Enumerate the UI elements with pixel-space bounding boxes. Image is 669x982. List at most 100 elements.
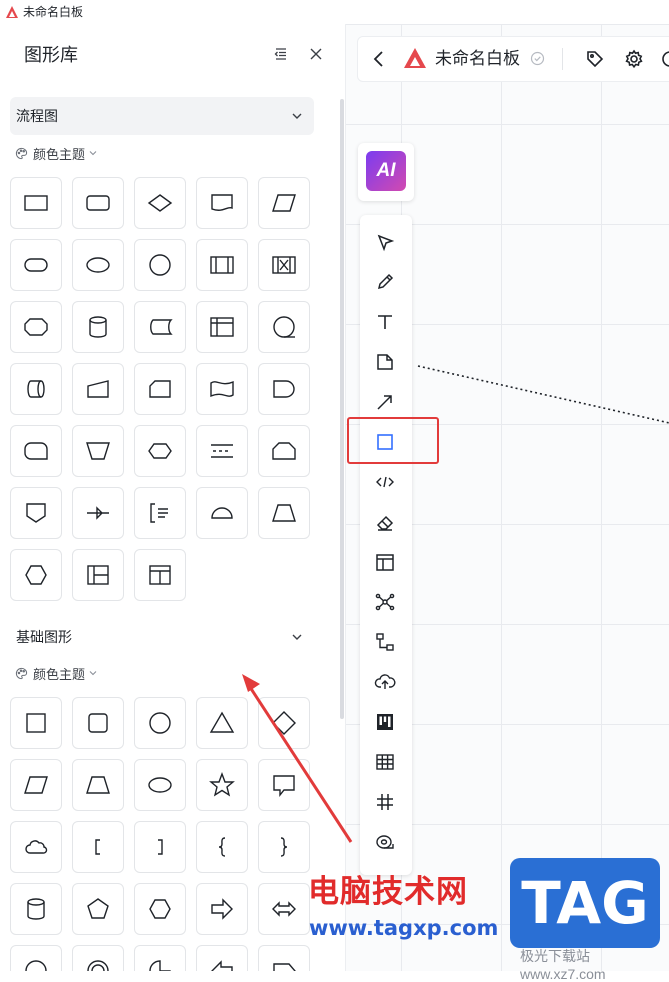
gear-icon[interactable]: [624, 49, 644, 69]
color-theme-selector[interactable]: 颜色主题: [15, 663, 98, 683]
grid-tool[interactable]: [374, 791, 396, 813]
stored-data-shape[interactable]: [134, 301, 186, 353]
junction-shape[interactable]: [72, 487, 124, 539]
section-header-flowchart[interactable]: 流程图: [10, 97, 314, 135]
left-bracket-shape[interactable]: [72, 821, 124, 873]
document-shape[interactable]: [196, 177, 248, 229]
ai-button[interactable]: AI: [366, 151, 406, 191]
pentagon-shape[interactable]: [72, 883, 124, 935]
trapezoid-icon: [86, 776, 110, 794]
swimlane-icon: [149, 565, 171, 585]
sequential-data-shape[interactable]: [258, 301, 310, 353]
parallelogram-shape[interactable]: [10, 759, 62, 811]
trapezoid-icon: [272, 504, 296, 522]
eraser-tool[interactable]: [374, 511, 396, 533]
swimlane-shape[interactable]: [134, 549, 186, 601]
chevron-down-icon: [292, 113, 302, 119]
right-bracket-shape[interactable]: [134, 821, 186, 873]
pen-tool[interactable]: [374, 271, 396, 293]
flowchart-tool[interactable]: [374, 631, 396, 653]
database-shape[interactable]: [72, 301, 124, 353]
collate-shape[interactable]: [258, 239, 310, 291]
circle-shape[interactable]: [134, 697, 186, 749]
tag-icon[interactable]: [585, 49, 605, 69]
half-circle-icon: [211, 507, 233, 519]
table-tool[interactable]: [374, 751, 396, 773]
parallel-mode-shape[interactable]: [196, 425, 248, 477]
frame-tool[interactable]: [374, 551, 396, 573]
section-header-basic-shapes[interactable]: 基础图形: [10, 618, 314, 656]
sticky-note-tool[interactable]: [374, 351, 396, 373]
connector-tool[interactable]: [374, 391, 396, 413]
rounded-square-shape[interactable]: [72, 697, 124, 749]
half-circle-shape[interactable]: [196, 487, 248, 539]
ellipse-shape[interactable]: [134, 759, 186, 811]
code-tool[interactable]: [374, 471, 396, 493]
pentagon-icon: [87, 898, 109, 919]
trapezoid-shape[interactable]: [258, 487, 310, 539]
annotation-shape[interactable]: [134, 487, 186, 539]
display-shape[interactable]: [10, 425, 62, 477]
dotted-connector-line[interactable]: [416, 360, 669, 430]
internal-storage-icon: [210, 317, 234, 337]
rounded-square-icon: [88, 713, 108, 733]
process-shape[interactable]: [10, 177, 62, 229]
more-icon[interactable]: [660, 49, 669, 69]
direct-data-shape[interactable]: [10, 363, 62, 415]
punched-tape-shape[interactable]: [196, 363, 248, 415]
terminator-shape[interactable]: [10, 239, 62, 291]
flowchart-shapes-grid: [10, 177, 310, 601]
alt-process-shape[interactable]: [72, 177, 124, 229]
loop-limit-shape[interactable]: [258, 425, 310, 477]
collapse-panel-icon[interactable]: [273, 46, 289, 62]
hexagon-shape[interactable]: [134, 883, 186, 935]
ellipse-shape[interactable]: [72, 239, 124, 291]
kanban-tool[interactable]: [374, 711, 396, 733]
data-shape[interactable]: [258, 177, 310, 229]
left-arrow-shape[interactable]: [196, 945, 248, 971]
table-shape[interactable]: [72, 549, 124, 601]
square-shape[interactable]: [10, 697, 62, 749]
palette-icon: [15, 667, 28, 679]
tool-bar: [360, 215, 412, 875]
preparation-shape[interactable]: [134, 425, 186, 477]
double-arrow-shape[interactable]: [258, 883, 310, 935]
watermark-site-name: 电脑技术网: [308, 874, 468, 910]
delay-shape[interactable]: [258, 363, 310, 415]
right-arrow-shape[interactable]: [196, 883, 248, 935]
hexagon-shape[interactable]: [10, 549, 62, 601]
tag-shape[interactable]: [258, 945, 310, 971]
donut-shape[interactable]: [72, 945, 124, 971]
cylinder-shape[interactable]: [10, 883, 62, 935]
prep-octagon-shape[interactable]: [10, 301, 62, 353]
hexagon-wide-icon: [148, 443, 172, 459]
tape-tool[interactable]: [374, 831, 396, 853]
predefined-process-shape[interactable]: [196, 239, 248, 291]
document-icon: [211, 194, 233, 211]
board-title[interactable]: 未命名白板: [435, 48, 520, 70]
panel-scrollbar[interactable]: [340, 99, 344, 719]
text-tool[interactable]: [374, 311, 396, 333]
upload-tool[interactable]: [374, 671, 396, 693]
internal-storage-shape[interactable]: [196, 301, 248, 353]
tape-icon: [376, 835, 394, 849]
connector-shape[interactable]: [134, 239, 186, 291]
decision-shape[interactable]: [134, 177, 186, 229]
select-tool[interactable]: [374, 232, 396, 254]
ring-shape[interactable]: [10, 945, 62, 971]
delay-icon: [273, 380, 295, 398]
note-icon: [377, 354, 393, 370]
pie-shape[interactable]: [134, 945, 186, 971]
cloud-shape[interactable]: [10, 821, 62, 873]
close-icon[interactable]: [308, 46, 324, 62]
manual-operation-shape[interactable]: [72, 425, 124, 477]
back-arrow-icon[interactable]: [369, 49, 389, 69]
trapezoid-shape[interactable]: [72, 759, 124, 811]
annotation-highlight-box: [347, 417, 439, 464]
pentagon-down-icon: [26, 503, 46, 523]
mindmap-tool[interactable]: [374, 591, 396, 613]
color-theme-selector[interactable]: 颜色主题: [15, 143, 98, 163]
manual-input-shape[interactable]: [72, 363, 124, 415]
off-page-connector-shape[interactable]: [10, 487, 62, 539]
card-shape[interactable]: [134, 363, 186, 415]
